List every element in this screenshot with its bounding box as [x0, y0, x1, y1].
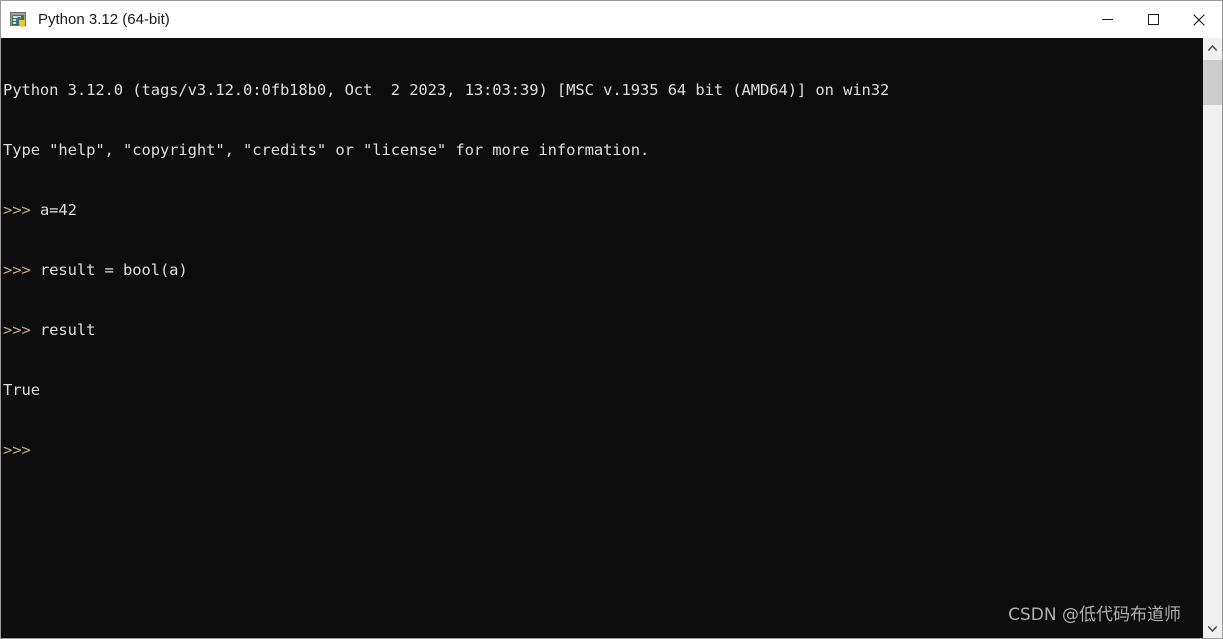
- watermark: CSDN @低代码布道师: [1008, 605, 1181, 625]
- scroll-thumb[interactable]: [1203, 60, 1222, 105]
- python-console-icon: [10, 11, 28, 29]
- console-line: Python 3.12.0 (tags/v3.12.0:0fb18b0, Oct…: [3, 80, 1202, 100]
- console-line: >>> result = bool(a): [3, 260, 1202, 280]
- console-prompt: >>>: [3, 201, 40, 219]
- close-icon: [1193, 13, 1205, 26]
- chevron-up-icon: [1208, 44, 1217, 51]
- console-text: Python 3.12.0 (tags/v3.12.0:0fb18b0, Oct…: [3, 40, 1202, 500]
- minimize-button[interactable]: [1084, 1, 1130, 38]
- console-line: >>>: [3, 440, 1202, 460]
- python-console-window: Python 3.12 (64-bit) Python 3.12.0 (tags…: [0, 0, 1223, 639]
- title-bar[interactable]: Python 3.12 (64-bit): [1, 1, 1222, 38]
- console-line: >>> a=42: [3, 200, 1202, 220]
- console-prompt: >>>: [3, 441, 31, 459]
- close-button[interactable]: [1176, 1, 1222, 38]
- window-title: Python 3.12 (64-bit): [38, 11, 170, 28]
- console-prompt: >>>: [3, 321, 40, 339]
- window-controls: [1084, 1, 1222, 38]
- maximize-icon: [1147, 14, 1159, 25]
- console-line-text: a=42: [39, 201, 77, 219]
- scroll-down-button[interactable]: [1203, 619, 1222, 638]
- console-line: True: [3, 380, 1202, 400]
- console-line-text: result: [39, 321, 96, 339]
- console-prompt: >>>: [3, 261, 40, 279]
- console-line: >>> result: [3, 320, 1202, 340]
- console-line: Type "help", "copyright", "credits" or "…: [3, 140, 1202, 160]
- chevron-down-icon: [1208, 625, 1217, 632]
- maximize-button[interactable]: [1130, 1, 1176, 38]
- console-line-text: result = bool(a): [39, 261, 188, 279]
- scroll-track[interactable]: [1203, 57, 1222, 619]
- minimize-icon: [1101, 19, 1113, 20]
- scroll-up-button[interactable]: [1203, 38, 1222, 57]
- console-line-text: Type "help", "copyright", "credits" or "…: [3, 141, 650, 159]
- title-bar-left: Python 3.12 (64-bit): [1, 1, 1084, 38]
- console-line-text: True: [3, 381, 40, 399]
- console-line-text: Python 3.12.0 (tags/v3.12.0:0fb18b0, Oct…: [3, 81, 890, 99]
- window-body: Python 3.12.0 (tags/v3.12.0:0fb18b0, Oct…: [1, 38, 1222, 638]
- console-output-area[interactable]: Python 3.12.0 (tags/v3.12.0:0fb18b0, Oct…: [1, 38, 1202, 638]
- vertical-scrollbar[interactable]: [1202, 38, 1222, 638]
